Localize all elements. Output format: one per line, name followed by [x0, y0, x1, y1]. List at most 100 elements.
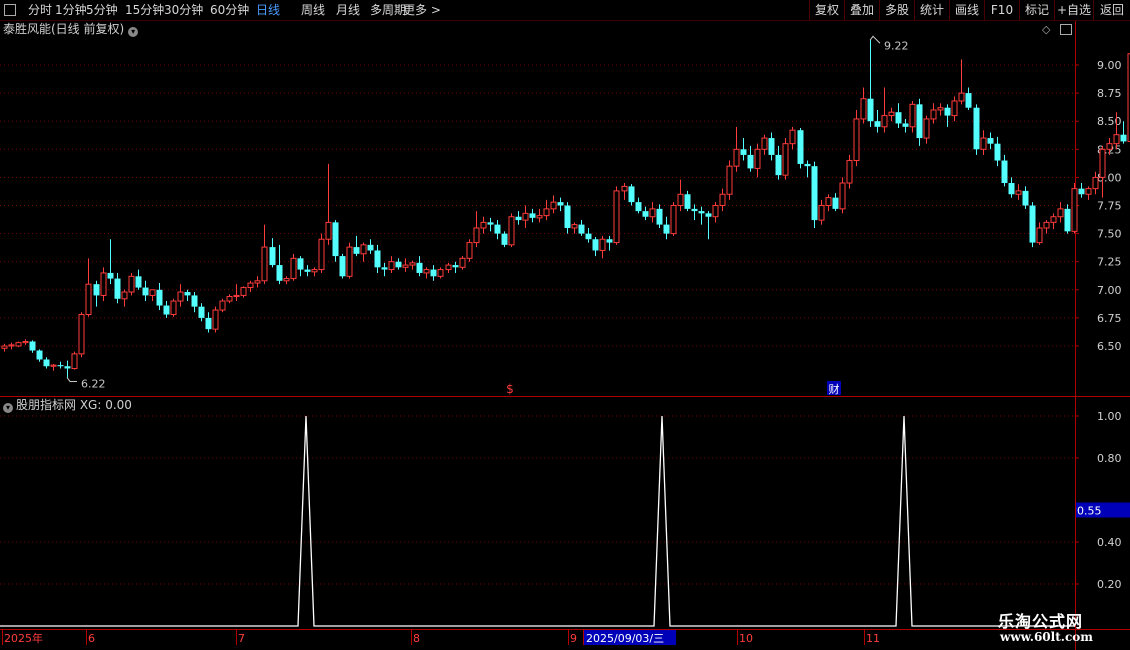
- candle-body: [163, 305, 170, 315]
- stock-title: 泰胜风能(日线 前复权): [3, 22, 125, 36]
- candle-body: [951, 100, 958, 117]
- candle-body: [965, 93, 972, 108]
- watermark-title: 乐淘公式网: [998, 612, 1084, 631]
- candle-body: [395, 261, 402, 268]
- candle-body: [740, 149, 747, 155]
- candle-body: [219, 300, 226, 311]
- candle-body: [649, 208, 656, 218]
- kline-chart: 9.008.758.508.258.007.757.507.257.006.75…: [0, 21, 1130, 650]
- candle-body: [543, 208, 550, 217]
- chevron-down-icon[interactable]: ▾: [128, 27, 139, 37]
- candle-body: [853, 118, 860, 162]
- candle-body: [775, 154, 782, 176]
- candle-body: [508, 216, 515, 246]
- candle-body: [100, 272, 107, 296]
- high-marker-line: [869, 35, 881, 44]
- candle-body: [1071, 188, 1078, 232]
- high-label: 9.22: [884, 39, 909, 52]
- candle-body: [360, 244, 367, 255]
- candle-body: [1120, 134, 1127, 142]
- candle-body: [818, 205, 825, 221]
- panel-toggle-icon[interactable]: [1060, 24, 1072, 35]
- candle-body: [325, 221, 332, 240]
- candle-body: [902, 123, 909, 127]
- candle-body: [233, 294, 240, 298]
- candle-body: [684, 194, 691, 209]
- candle-body: [304, 269, 311, 272]
- candle-body: [142, 287, 149, 296]
- candle-body: [212, 309, 219, 330]
- candle-body: [944, 107, 951, 116]
- candle-body: [276, 265, 283, 281]
- candle-body: [529, 213, 536, 218]
- candle-body: [205, 317, 212, 330]
- candle-body: [642, 211, 649, 217]
- candle-body: [339, 256, 346, 277]
- candle-body: [515, 216, 522, 221]
- candle-body: [1092, 176, 1099, 190]
- diamond-icon[interactable]: ◇: [1042, 23, 1050, 36]
- x-axis-label: 10: [739, 632, 753, 645]
- candle-body: [761, 137, 768, 150]
- candle-body: [290, 257, 297, 280]
- indicator-title: 股朋指标网 XG: 0.00: [16, 398, 132, 412]
- candle-body: [888, 111, 895, 117]
- candle-body: [867, 98, 874, 122]
- x-axis-label: 8: [413, 632, 420, 645]
- chevron-down-icon[interactable]: ▾: [3, 403, 13, 413]
- candle-body: [635, 202, 642, 212]
- candle-body: [128, 275, 135, 293]
- candle-body: [621, 185, 628, 192]
- candle-body: [585, 233, 592, 240]
- candle-body: [346, 246, 353, 277]
- xg-signal-line: [0, 415, 1075, 627]
- candle-body: [677, 193, 684, 206]
- candle-body: [719, 193, 726, 206]
- candle-body: [705, 213, 712, 217]
- candle-body: [698, 211, 705, 214]
- indicator-tick-label: 0.80: [1097, 452, 1122, 465]
- indicator-tick-label: 0.40: [1097, 536, 1122, 549]
- price-panel-title[interactable]: 泰胜风能(日线 前复权) ▾: [3, 21, 139, 37]
- candle-body: [8, 344, 15, 347]
- indicator-panel-title[interactable]: ▾ 股朋指标网 XG: 0.00: [3, 397, 132, 413]
- candle-body: [628, 186, 635, 203]
- candle-body: [656, 208, 663, 225]
- candle-body: [797, 130, 804, 164]
- candle-body: [114, 278, 121, 299]
- candle-body: [663, 224, 670, 234]
- candle-body: [57, 365, 64, 367]
- candle-body: [416, 262, 423, 273]
- candle-body: [747, 154, 754, 169]
- candle-body: [50, 364, 57, 367]
- candle-body: [881, 115, 888, 128]
- candle-body: [712, 205, 719, 218]
- watermark-url: www.60lt.com: [1000, 630, 1093, 644]
- candle-body: [191, 295, 198, 307]
- candle-body: [825, 197, 832, 207]
- candle-body: [1106, 143, 1113, 150]
- candle-body: [1099, 148, 1106, 178]
- candle-body: [691, 208, 698, 212]
- price-tick-label: 7.25: [1097, 256, 1122, 269]
- price-tick-label: 8.75: [1097, 87, 1122, 100]
- price-tick-label: 7.50: [1097, 228, 1122, 241]
- candle-body: [93, 284, 100, 296]
- low-marker-line: [66, 377, 77, 382]
- candle-body: [789, 129, 796, 145]
- candle-body: [909, 103, 916, 128]
- candle-body: [670, 205, 677, 235]
- low-label: 6.22: [81, 377, 106, 390]
- candle-body: [860, 98, 867, 120]
- candle-body: [973, 107, 980, 150]
- candle-body: [445, 264, 452, 271]
- candle-body: [578, 224, 585, 234]
- candle-body: [536, 215, 543, 219]
- candle-body: [768, 138, 775, 155]
- candle-body: [423, 269, 430, 274]
- candle-body: [85, 283, 92, 316]
- candle-body: [332, 222, 339, 257]
- candle-body: [557, 202, 564, 206]
- candle-body: [550, 201, 557, 210]
- candle-body: [353, 247, 360, 254]
